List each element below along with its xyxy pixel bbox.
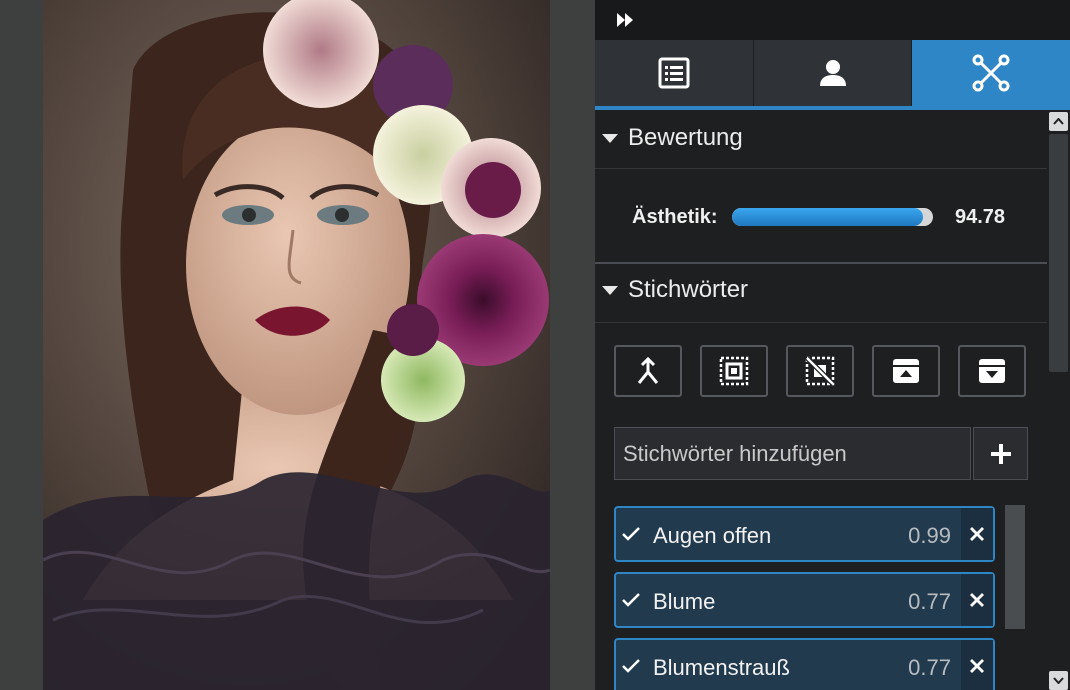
keyword-label: Augen offen (653, 523, 772, 548)
aesthetic-value: 94.78 (955, 206, 1006, 228)
panel-content: Bewertung Ästhetik: 94.78 Stichwörter St… (595, 110, 1047, 690)
add-keyword-button[interactable] (973, 427, 1028, 480)
section-header-rating[interactable]: Bewertung (595, 110, 1047, 166)
panel-tabs (595, 40, 1070, 106)
keyword-item[interactable]: Augen offen 0.99 (614, 506, 995, 562)
tab-metadata[interactable] (595, 40, 754, 106)
plus-icon (990, 443, 1011, 464)
import-keywords-button[interactable] (872, 345, 940, 397)
keyword-score: 0.77 (908, 655, 951, 680)
check-icon (622, 593, 640, 607)
panel-scrollbar[interactable] (1047, 110, 1070, 690)
keyword-confirm-toggle[interactable] (616, 640, 646, 690)
select-all-icon (719, 356, 749, 386)
deselect-keywords-button[interactable] (786, 345, 854, 397)
side-panel: Bewertung Ästhetik: 94.78 Stichwörter St… (595, 0, 1070, 690)
tab-people[interactable] (753, 40, 913, 106)
person-icon (819, 60, 846, 86)
export-icon (979, 359, 1005, 383)
section-title-keywords: Stichwörter (628, 276, 749, 303)
keyword-list-scrollbar[interactable] (1005, 505, 1025, 629)
remove-keyword-button[interactable] (961, 640, 993, 690)
deselect-icon (805, 356, 835, 386)
remove-keyword-button[interactable] (961, 508, 993, 560)
fast-forward-icon (617, 13, 633, 27)
keyword-confirm-toggle[interactable] (616, 508, 646, 560)
remove-keyword-button[interactable] (961, 574, 993, 626)
export-keywords-button[interactable] (958, 345, 1026, 397)
close-icon (970, 593, 984, 607)
select-all-keywords-button[interactable] (700, 345, 768, 397)
scrollbar-thumb[interactable] (1049, 134, 1068, 372)
aesthetic-progress-fill (732, 208, 923, 226)
divider (595, 168, 1047, 169)
keyword-score: 0.99 (908, 523, 951, 548)
chevron-up-icon (1053, 118, 1064, 125)
chevron-down-icon (1053, 677, 1064, 684)
expand-panel-button[interactable] (611, 8, 639, 32)
scroll-down-button[interactable] (1049, 671, 1068, 690)
image-canvas (0, 0, 595, 690)
portrait-illustration (43, 0, 550, 690)
keyword-input[interactable] (614, 427, 971, 480)
keyword-label: Blume (653, 589, 716, 614)
collapse-triangle-icon (602, 285, 618, 295)
divider (595, 322, 1047, 323)
section-header-keywords[interactable]: Stichwörter (595, 262, 1047, 318)
import-icon (893, 359, 919, 383)
keyword-item[interactable]: Blumenstrauß 0.77 (614, 638, 995, 690)
merge-keywords-button[interactable] (614, 345, 682, 397)
close-icon (970, 659, 984, 673)
keyword-label: Blumenstrauß (653, 655, 790, 680)
keyword-item[interactable]: Blume 0.77 (614, 572, 995, 628)
merge-icon (637, 356, 659, 384)
check-icon (622, 527, 640, 541)
aesthetic-progress-bar (732, 208, 933, 226)
network-icon (972, 54, 1010, 92)
check-icon (622, 659, 640, 673)
panel-toolbar (595, 0, 1070, 40)
portrait-photo[interactable] (43, 0, 550, 690)
list-icon (658, 57, 690, 89)
collapse-triangle-icon (602, 133, 618, 143)
keyword-score: 0.77 (908, 589, 951, 614)
keyword-confirm-toggle[interactable] (616, 574, 646, 626)
scroll-up-button[interactable] (1049, 112, 1068, 131)
aesthetic-label: Ästhetik: (632, 206, 718, 228)
tab-ai-tags[interactable] (912, 40, 1070, 106)
section-title-rating: Bewertung (628, 124, 743, 151)
close-icon (970, 527, 984, 541)
